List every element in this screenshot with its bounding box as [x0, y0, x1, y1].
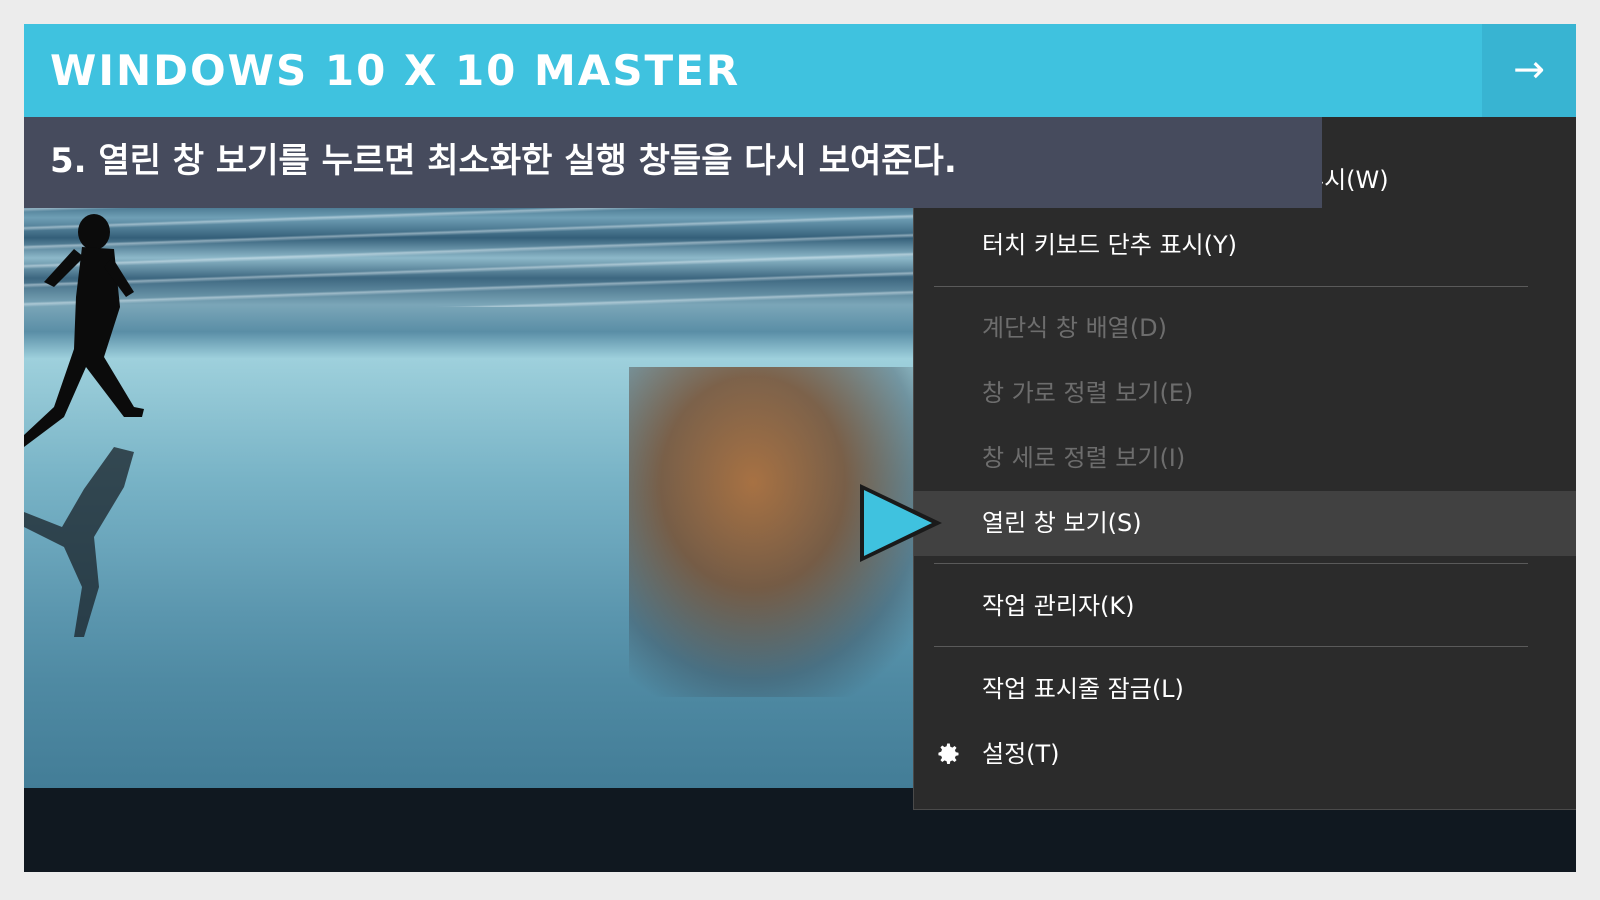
menu-item-label: 작업 표시줄 잠금(L) — [982, 675, 1184, 703]
arrow-right-icon: → — [1513, 47, 1545, 91]
menu-item-label: 작업 관리자(K) — [982, 592, 1135, 620]
menu-item-touch-keyboard[interactable]: 터치 키보드 단추 표시(Y) — [914, 213, 1576, 278]
menu-item-label: 창 세로 정렬 보기(I) — [982, 444, 1186, 472]
menu-item-cascade: 계단식 창 배열(D) — [914, 296, 1576, 361]
taskbar-context-menu: ㅗ시(W) 터치 키보드 단추 표시(Y) 계단식 창 배열(D) 창 가로 정… — [913, 117, 1576, 810]
menu-item-label: 계단식 창 배열(D) — [982, 314, 1167, 342]
caption-banner: 5. 열린 창 보기를 누르면 최소화한 실행 창들을 다시 보여준다. — [24, 117, 1322, 208]
next-arrow-button[interactable]: → — [1482, 24, 1576, 117]
menu-item-lock-taskbar[interactable]: 작업 표시줄 잠금(L) — [914, 657, 1576, 722]
header-bar: WINDOWS 10 X 10 MASTER → — [24, 24, 1576, 117]
gear-icon — [938, 743, 959, 765]
menu-item-stack: 창 가로 정렬 보기(E) — [914, 361, 1576, 426]
menu-item-side-by-side: 창 세로 정렬 보기(I) — [914, 426, 1576, 491]
menu-item-task-manager[interactable]: 작업 관리자(K) — [914, 574, 1576, 639]
menu-item-show-desktop-windows[interactable]: 열린 창 보기(S) — [914, 491, 1576, 556]
caption-text: 5. 열린 창 보기를 누르면 최소화한 실행 창들을 다시 보여준다. — [50, 141, 957, 181]
menu-item-label: 설정(T) — [982, 740, 1060, 768]
pointer-arrow-icon — [860, 484, 942, 562]
menu-item-label: 터치 키보드 단추 표시(Y) — [982, 231, 1237, 259]
page-title: WINDOWS 10 X 10 MASTER — [50, 46, 741, 95]
menu-item-settings[interactable]: 설정(T) — [914, 722, 1576, 787]
menu-item-label: 열린 창 보기(S) — [982, 509, 1142, 537]
menu-separator — [934, 286, 1528, 287]
menu-separator — [934, 646, 1528, 647]
slide-frame: WINDOWS 10 X 10 MASTER → ㅗ시(W) 터치 키보드 단추… — [24, 24, 1576, 872]
menu-item-label: 창 가로 정렬 보기(E) — [982, 379, 1194, 407]
menu-separator — [934, 563, 1528, 564]
